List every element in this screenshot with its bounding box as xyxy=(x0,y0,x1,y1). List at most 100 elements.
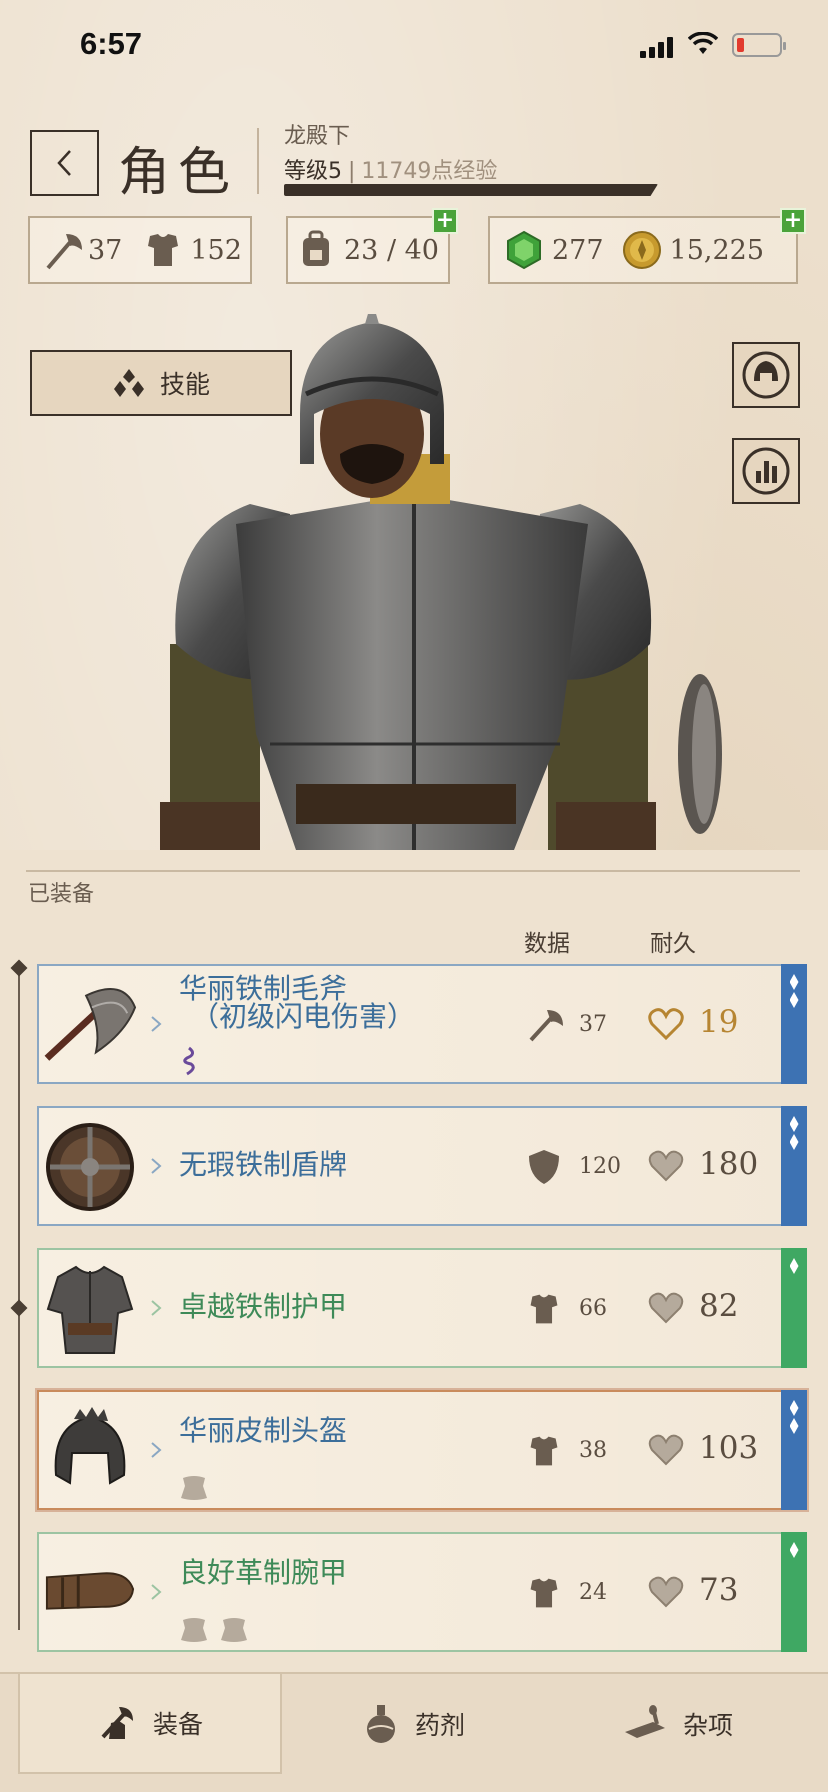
leather-helmet-icon xyxy=(54,1407,126,1485)
rarity-indicator xyxy=(781,1106,807,1226)
equipped-item-shield[interactable]: 无瑕铁制盾牌 120 180 xyxy=(37,1106,807,1226)
item-name: 华丽皮制头盔 xyxy=(179,1414,348,1447)
bottom-nav: 装备 药剂 杂项 xyxy=(0,1672,828,1792)
skills-label: 技能 xyxy=(159,370,210,399)
item-durability-value: 180 xyxy=(699,1146,759,1182)
equipment-icon xyxy=(101,1707,133,1739)
heart-icon xyxy=(648,1576,684,1608)
equipped-divider xyxy=(26,870,800,872)
lightning-enchant-icon xyxy=(183,1046,195,1076)
item-stat-value: 24 xyxy=(579,1580,607,1605)
item-image xyxy=(43,1544,137,1642)
item-stat-value: 120 xyxy=(579,1154,621,1179)
chevron-right-icon xyxy=(151,1584,162,1600)
backpack-icon xyxy=(303,230,329,266)
item-durability-value: 19 xyxy=(699,1004,739,1040)
equipped-label: 已装备 xyxy=(28,882,95,907)
armor-icon xyxy=(530,1436,558,1466)
misc-icon xyxy=(624,1705,665,1738)
equipped-item-helmet[interactable]: 华丽皮制头盔 38 103 xyxy=(37,1390,807,1510)
wifi-icon xyxy=(688,32,718,54)
item-stat-value: 66 xyxy=(579,1296,607,1321)
helmet-icon xyxy=(742,351,790,399)
tab-equipment[interactable]: 装备 xyxy=(18,1674,282,1774)
battery-icon xyxy=(732,33,786,57)
item-enchant xyxy=(179,1046,199,1076)
leather-bracers-icon xyxy=(45,1572,135,1610)
skills-button[interactable]: 技能 xyxy=(30,350,292,416)
heart-icon xyxy=(648,1434,684,1466)
armor-icon xyxy=(530,1578,558,1608)
back-button[interactable] xyxy=(30,130,99,196)
round-shield-icon xyxy=(46,1123,134,1211)
header-divider xyxy=(257,128,259,194)
heart-icon xyxy=(648,1292,684,1324)
scrollbar[interactable] xyxy=(18,962,20,1630)
skills-icon xyxy=(113,369,144,397)
rarity-indicator xyxy=(781,964,807,1084)
xp-bar xyxy=(284,184,658,196)
carry-weight-box[interactable]: 23 / 40 + xyxy=(286,208,458,284)
item-image xyxy=(43,1402,137,1500)
leather-hide-icon xyxy=(221,1618,247,1642)
tab-label: 杂项 xyxy=(682,1711,733,1740)
gold-coin-icon xyxy=(622,231,661,269)
currency-box[interactable]: 277 15,225 + xyxy=(488,208,806,284)
leather-hide-icon xyxy=(181,1476,207,1500)
durability-column-header: 耐久 xyxy=(650,931,696,957)
gem-icon xyxy=(507,230,541,270)
armor-value: 152 xyxy=(190,234,242,266)
war-axe-icon xyxy=(44,988,137,1061)
tab-label: 药剂 xyxy=(414,1711,465,1740)
currency-plus-button[interactable]: + xyxy=(780,208,806,234)
carry-weight-value: 23 / 40 xyxy=(344,234,439,266)
level-text: 等级5 xyxy=(284,159,342,184)
stats-button[interactable] xyxy=(732,438,800,504)
item-stat-value: 37 xyxy=(579,1012,607,1037)
item-image xyxy=(43,1260,137,1358)
player-name: 龙殿下 xyxy=(284,124,351,149)
tab-label: 装备 xyxy=(152,1710,203,1739)
item-name: 无瑕铁制盾牌 xyxy=(179,1148,348,1181)
chevron-left-icon xyxy=(56,150,71,176)
carry-plus-button[interactable]: + xyxy=(432,208,458,234)
item-material xyxy=(179,1474,209,1502)
item-durability-value: 103 xyxy=(699,1430,759,1466)
iron-armor-icon xyxy=(46,1265,134,1354)
rarity-indicator xyxy=(781,1532,807,1652)
item-name-line2: （初级闪电伤害） xyxy=(191,1000,416,1033)
page-title: 角色 xyxy=(118,143,239,203)
attack-value: 37 xyxy=(88,234,123,266)
chevron-right-icon xyxy=(151,1158,162,1174)
leather-hide-icon xyxy=(181,1618,207,1642)
equipped-item-weapon[interactable]: 华丽铁制毛斧 （初级闪电伤害） 37 19 xyxy=(37,964,807,1084)
item-material xyxy=(179,1616,249,1644)
rarity-indicator xyxy=(781,1390,807,1510)
tab-potions[interactable]: 药剂 xyxy=(282,1674,546,1774)
tab-misc[interactable]: 杂项 xyxy=(546,1674,810,1774)
axe-icon xyxy=(529,1010,563,1042)
status-bar: 6:57 xyxy=(0,0,828,90)
appearance-button[interactable] xyxy=(732,342,800,408)
equipped-item-bracers[interactable]: 良好革制腕甲 24 73 xyxy=(37,1532,807,1652)
armor-icon xyxy=(148,234,179,266)
rarity-indicator xyxy=(781,1248,807,1368)
level-separator: | xyxy=(348,159,356,184)
armor-icon xyxy=(530,1294,558,1324)
level-row: 等级5 | 11749点经验 xyxy=(284,153,497,185)
stats-column-header: 数据 xyxy=(524,931,570,957)
gold-value: 15,225 xyxy=(669,234,765,266)
gem-value: 277 xyxy=(552,234,604,266)
heart-outline-icon xyxy=(648,1008,684,1041)
item-durability-value: 82 xyxy=(699,1288,739,1324)
xp-text: 11749点经验 xyxy=(361,159,498,184)
shield-icon xyxy=(529,1150,559,1184)
heart-icon xyxy=(648,1150,684,1182)
item-durability-value: 73 xyxy=(699,1572,739,1608)
item-image xyxy=(43,976,137,1074)
combat-stats-box[interactable]: 37 152 xyxy=(28,216,252,284)
potion-icon xyxy=(366,1705,395,1743)
equipped-item-armor[interactable]: 卓越铁制护甲 66 82 xyxy=(37,1248,807,1368)
item-name: 卓越铁制护甲 xyxy=(179,1290,348,1323)
bar-chart-icon xyxy=(742,447,790,495)
